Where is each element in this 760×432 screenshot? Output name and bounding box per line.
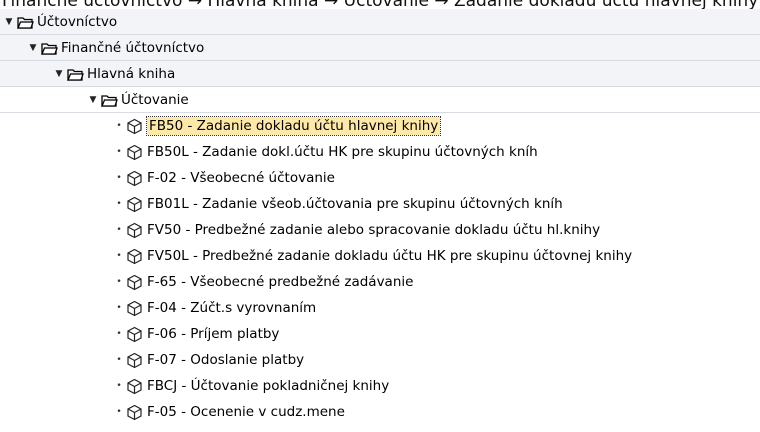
bullet-icon: • xyxy=(116,251,122,261)
tree-item-label[interactable]: FV50 - Predbežné zadanie alebo spracovan… xyxy=(147,217,600,243)
tree-folder-uctovanie[interactable]: ▼ Účtovanie xyxy=(0,87,760,113)
cube-icon xyxy=(127,118,142,134)
cube-icon xyxy=(127,326,142,342)
tree-item-fb01l[interactable]: • FB01L - Zadanie všeob.účtovania pre sk… xyxy=(0,191,760,217)
cube-icon xyxy=(127,222,142,238)
bullet-icon: • xyxy=(116,381,122,391)
bullet-icon: • xyxy=(116,355,122,365)
menu-tree: ▼ Účtovníctvo ▼ Finančné účtovníctvo ▼ H… xyxy=(0,9,760,425)
tree-item-label[interactable]: FBCJ - Účtovanie pokladničnej knihy xyxy=(147,373,389,399)
tree-item-fv50l[interactable]: • FV50L - Predbežné zadanie dokladu účtu… xyxy=(0,243,760,269)
cube-icon xyxy=(127,248,142,264)
bullet-icon: • xyxy=(116,199,122,209)
tree-item-fbcj[interactable]: • FBCJ - Účtovanie pokladničnej knihy xyxy=(0,373,760,399)
cube-icon xyxy=(127,300,142,316)
bullet-icon: • xyxy=(116,173,122,183)
tree-item-label[interactable]: F-07 - Odoslanie platby xyxy=(147,347,304,373)
tree-folder-label: Finančné účtovníctvo xyxy=(61,40,205,56)
tree-item-f07[interactable]: • F-07 - Odoslanie platby xyxy=(0,347,760,373)
tree-item-f04[interactable]: • F-04 - Zúčt.s vyrovnaním xyxy=(0,295,760,321)
bullet-icon: • xyxy=(116,277,122,287)
bullet-icon: • xyxy=(116,225,122,235)
tree-item-label[interactable]: FB50L - Zadanie dokl.účtu HK pre skupinu… xyxy=(147,139,538,165)
tree-item-fb50[interactable]: • FB50 - Zadanie dokladu účtu hlavnej kn… xyxy=(0,113,760,139)
tree-folder-label: Hlavná kniha xyxy=(87,66,176,82)
tree-folder-financne-uctovnictvo[interactable]: ▼ Finančné účtovníctvo xyxy=(0,35,760,61)
bullet-icon: • xyxy=(116,121,122,131)
triangle-down-icon[interactable]: ▼ xyxy=(54,61,64,87)
tree-folder-hlavna-kniha[interactable]: ▼ Hlavná kniha xyxy=(0,61,760,87)
open-folder-icon xyxy=(101,94,118,107)
cube-icon xyxy=(127,352,142,368)
cube-icon xyxy=(127,274,142,290)
breadcrumb: Finančné účtovníctvo → Hlavná kniha → Úč… xyxy=(2,0,759,11)
open-folder-icon xyxy=(17,16,34,29)
triangle-down-icon[interactable]: ▼ xyxy=(28,35,38,61)
tree-folder-uctovnictvo[interactable]: ▼ Účtovníctvo xyxy=(0,9,760,35)
cube-icon xyxy=(127,378,142,394)
tree-item-f06[interactable]: • F-06 - Príjem platby xyxy=(0,321,760,347)
tree-item-label[interactable]: F-06 - Príjem platby xyxy=(147,321,279,347)
bullet-icon: • xyxy=(116,329,122,339)
bullet-icon: • xyxy=(116,407,122,417)
tree-item-f05[interactable]: • F-05 - Ocenenie v cudz.mene xyxy=(0,399,760,425)
tree-item-fb50l[interactable]: • FB50L - Zadanie dokl.účtu HK pre skupi… xyxy=(0,139,760,165)
cube-icon xyxy=(127,144,142,160)
triangle-down-icon[interactable]: ▼ xyxy=(88,87,98,113)
tree-item-label[interactable]: F-04 - Zúčt.s vyrovnaním xyxy=(147,295,316,321)
tree-folder-label: Účtovanie xyxy=(121,92,189,108)
bullet-icon: • xyxy=(116,303,122,313)
tree-item-label[interactable]: F-02 - Všeobecné účtovanie xyxy=(147,165,335,191)
tree-item-label[interactable]: FB50 - Zadanie dokladu účtu hlavnej knih… xyxy=(145,116,442,136)
tree-folder-label: Účtovníctvo xyxy=(37,14,118,30)
open-folder-icon xyxy=(67,68,84,81)
cube-icon xyxy=(127,170,142,186)
bullet-icon: • xyxy=(116,147,122,157)
tree-item-fv50[interactable]: • FV50 - Predbežné zadanie alebo spracov… xyxy=(0,217,760,243)
tree-item-f02[interactable]: • F-02 - Všeobecné účtovanie xyxy=(0,165,760,191)
triangle-down-icon[interactable]: ▼ xyxy=(4,9,14,35)
open-folder-icon xyxy=(41,42,58,55)
tree-item-label[interactable]: F-05 - Ocenenie v cudz.mene xyxy=(147,399,345,425)
cube-icon xyxy=(127,404,142,420)
tree-item-label[interactable]: FV50L - Predbežné zadanie dokladu účtu H… xyxy=(147,243,632,269)
tree-item-f65[interactable]: • F-65 - Všeobecné predbežné zadávanie xyxy=(0,269,760,295)
tree-item-label[interactable]: F-65 - Všeobecné predbežné zadávanie xyxy=(147,269,413,295)
cube-icon xyxy=(127,196,142,212)
tree-item-label[interactable]: FB01L - Zadanie všeob.účtovania pre skup… xyxy=(147,191,563,217)
